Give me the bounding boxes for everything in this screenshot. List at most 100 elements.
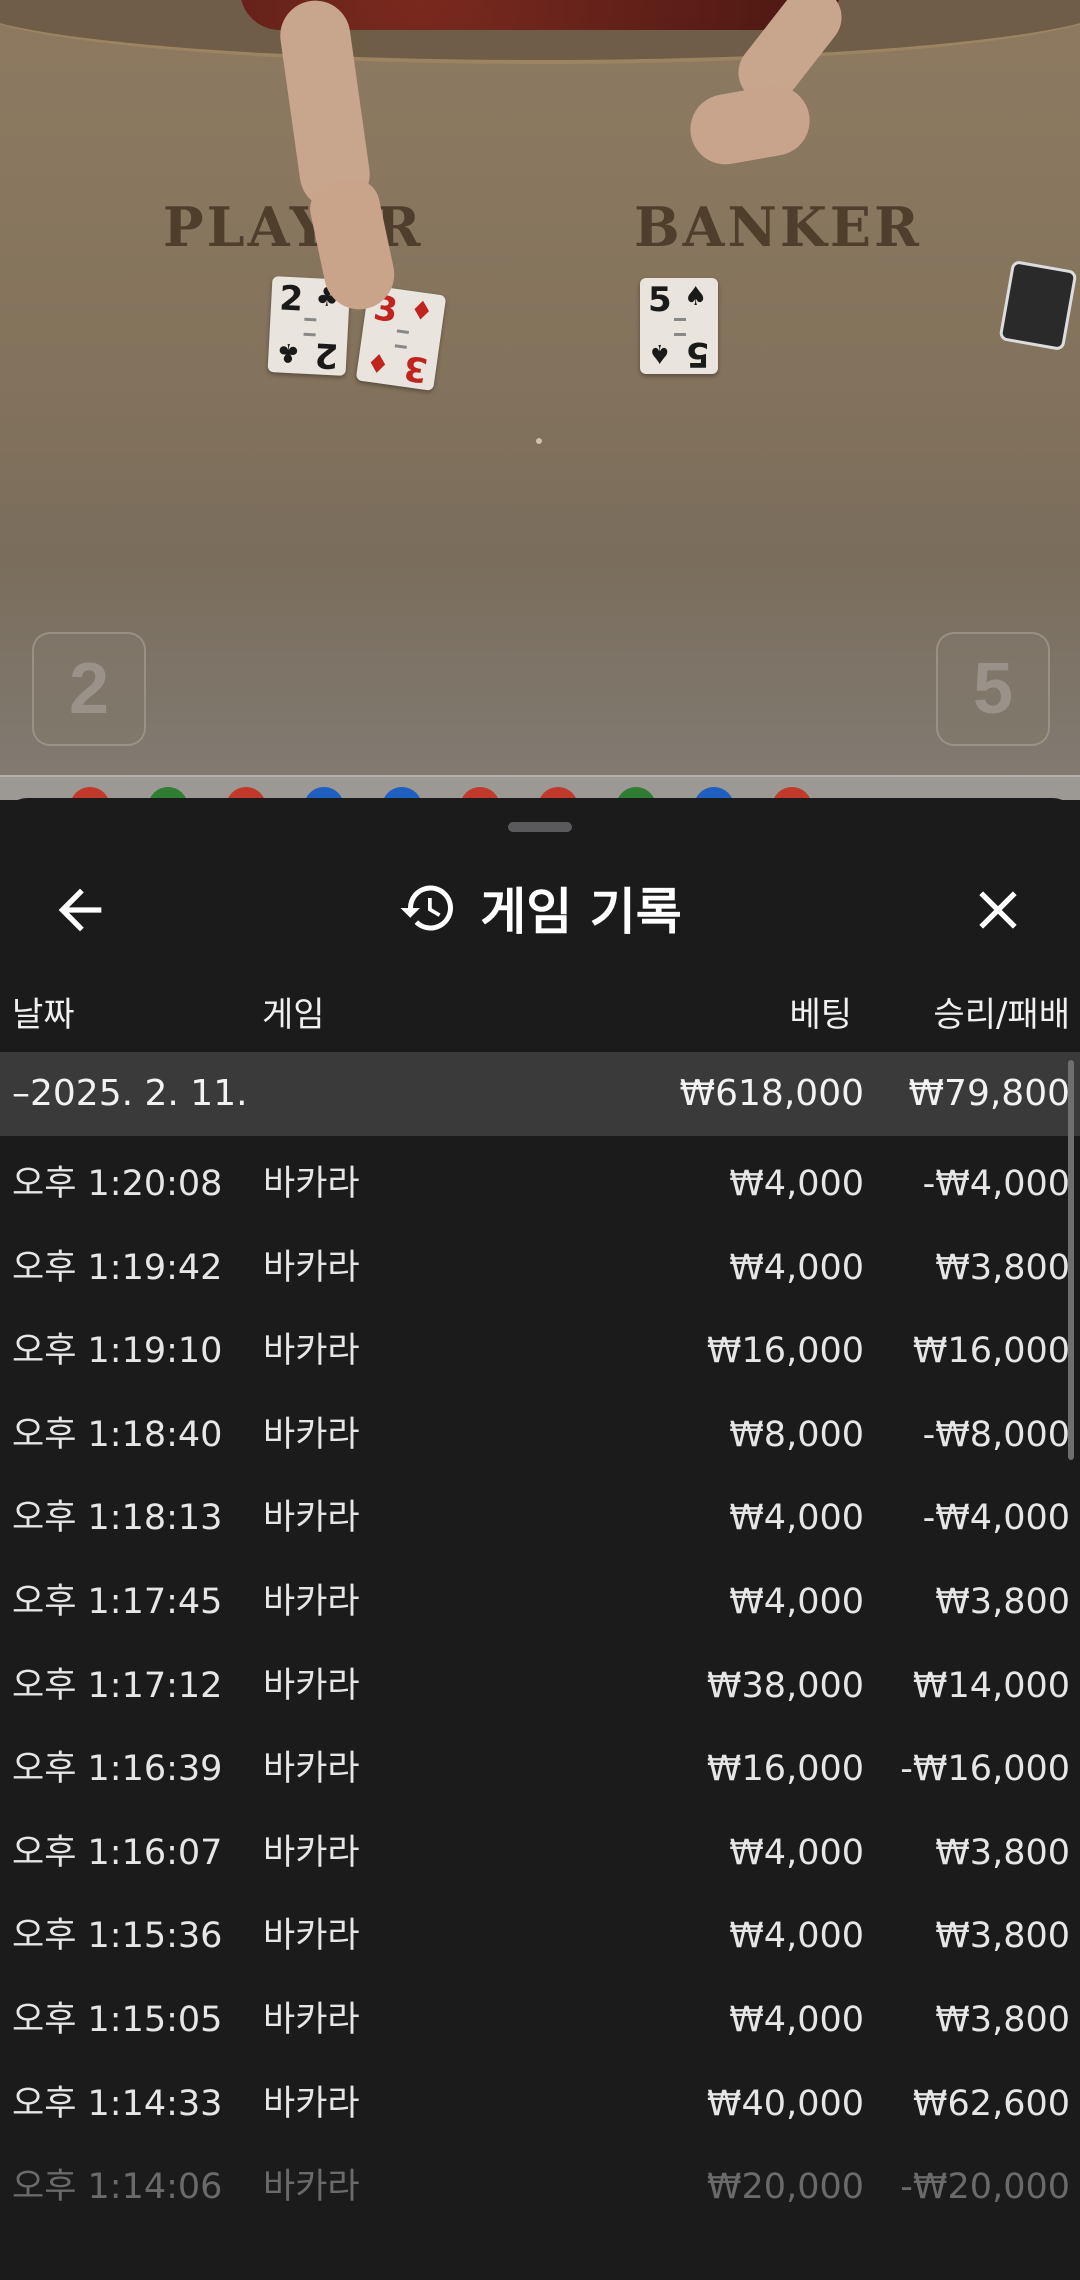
game-history-sheet: 게임 기록 날짜 게임 베팅 승리/패배 –2025. 2. 11. ₩618,… [0, 798, 1080, 2280]
row-game: 바카라 [263, 1414, 360, 1455]
arrow-left-icon [58, 888, 102, 932]
row-game: 바카라 [263, 2083, 360, 2124]
history-row[interactable]: 오후 1:16:07 바카라 ₩4,000 ₩3,800 [0, 1812, 1080, 1896]
card-suit: ♦ [364, 345, 392, 379]
history-row[interactable]: 오후 1:17:45 바카라 ₩4,000 ₩3,800 [0, 1561, 1080, 1645]
back-button[interactable] [48, 878, 112, 942]
row-time: 오후 1:18:40 [12, 1414, 223, 1455]
row-bet: ₩20,000 [706, 2167, 864, 2208]
history-row[interactable]: 오후 1:18:13 바카라 ₩4,000 -₩4,000 [0, 1477, 1080, 1561]
banker-card-1: 5 ♠ 5 ♠ [640, 278, 718, 374]
card-rank: 5 [648, 280, 672, 320]
date-summary-row[interactable]: –2025. 2. 11. ₩618,000 ₩79,800 [0, 1052, 1080, 1136]
history-row[interactable]: 오후 1:17:12 바카라 ₩38,000 ₩14,000 [0, 1645, 1080, 1729]
summary-bet: ₩618,000 [679, 1073, 864, 1114]
row-game: 바카라 [263, 1247, 360, 1288]
row-result: ₩3,800 [935, 1581, 1070, 1622]
history-icon [400, 885, 454, 931]
row-bet: ₩40,000 [706, 2083, 864, 2124]
column-header-date[interactable]: 날짜 [12, 990, 75, 1040]
row-result: -₩8,000 [922, 1414, 1070, 1455]
card-suit: ♠ [684, 282, 708, 312]
history-row[interactable]: 오후 1:15:05 바카라 ₩4,000 ₩3,800 [0, 1979, 1080, 2063]
row-game: 바카라 [263, 1331, 360, 1372]
row-bet: ₩4,000 [729, 1999, 864, 2040]
summary-result: ₩79,800 [908, 1073, 1070, 1114]
close-icon [979, 891, 1017, 929]
drag-handle[interactable] [508, 822, 572, 832]
roadmap-strip[interactable] [0, 775, 1080, 800]
row-time: 오후 1:15:36 [12, 1916, 223, 1957]
row-game: 바카라 [263, 1665, 360, 1706]
card-center [303, 317, 317, 337]
row-result: ₩3,800 [935, 1247, 1070, 1288]
row-bet: ₩4,000 [729, 1832, 864, 1873]
row-game: 바카라 [263, 1749, 360, 1790]
row-bet: ₩4,000 [729, 1247, 864, 1288]
row-result: ₩3,800 [935, 1832, 1070, 1873]
scrollbar[interactable] [1068, 1060, 1074, 1460]
row-result: -₩4,000 [922, 1498, 1070, 1539]
row-result: ₩3,800 [935, 1916, 1070, 1957]
row-bet: ₩16,000 [706, 1331, 864, 1372]
dealer-hand [684, 80, 816, 170]
card-rank: 3 [401, 346, 431, 390]
row-time: 오후 1:19:42 [12, 1247, 223, 1288]
card-shoe [998, 259, 1078, 352]
row-game: 바카라 [263, 1581, 360, 1622]
row-game: 바카라 [263, 2167, 360, 2208]
history-list: 오후 1:20:08 바카라 ₩4,000 -₩4,000 오후 1:19:42… [0, 1143, 1080, 2230]
column-header-game[interactable]: 게임 [262, 990, 325, 1040]
card-rank: 2 [313, 334, 340, 376]
card-rank: 2 [278, 278, 305, 320]
row-time: 오후 1:20:08 [12, 1164, 223, 1204]
card-center [674, 318, 686, 336]
sheet-header: 게임 기록 [0, 858, 1080, 958]
row-time: 오후 1:17:45 [12, 1581, 223, 1622]
row-time: 오후 1:14:33 [12, 2083, 223, 2124]
row-bet: ₩16,000 [706, 1749, 864, 1790]
row-time: 오후 1:15:05 [12, 1999, 223, 2040]
row-game: 바카라 [263, 1916, 360, 1957]
row-result: ₩16,000 [912, 1331, 1070, 1372]
row-bet: ₩4,000 [729, 1916, 864, 1957]
summary-date: –2025. 2. 11. [12, 1073, 248, 1114]
row-bet: ₩8,000 [729, 1414, 864, 1455]
player-score: 2 [32, 632, 146, 746]
history-row[interactable]: 오후 1:20:08 바카라 ₩4,000 -₩4,000 [0, 1143, 1080, 1227]
history-row[interactable]: 오후 1:19:10 바카라 ₩16,000 ₩16,000 [0, 1310, 1080, 1394]
column-header-result[interactable]: 승리/패배 [870, 990, 1070, 1040]
card-rank: 5 [686, 334, 710, 374]
row-result: ₩14,000 [912, 1665, 1070, 1706]
row-time: 오후 1:18:13 [12, 1498, 223, 1539]
row-time: 오후 1:16:39 [12, 1749, 223, 1790]
row-game: 바카라 [263, 1164, 360, 1204]
banker-score: 5 [936, 632, 1050, 746]
title-group: 게임 기록 [0, 858, 1080, 958]
close-button[interactable] [966, 878, 1030, 942]
history-row[interactable]: 오후 1:19:42 바카라 ₩4,000 ₩3,800 [0, 1227, 1080, 1311]
page-title: 게임 기록 [480, 883, 682, 941]
card-suit: ♠ [648, 338, 672, 368]
row-result: ₩3,800 [935, 1999, 1070, 2040]
history-row[interactable]: 오후 1:15:36 바카라 ₩4,000 ₩3,800 [0, 1895, 1080, 1979]
row-bet: ₩4,000 [729, 1164, 864, 1204]
row-bet: ₩4,000 [729, 1498, 864, 1539]
row-time: 오후 1:19:10 [12, 1331, 223, 1372]
row-game: 바카라 [263, 1832, 360, 1873]
history-row[interactable]: 오후 1:14:06 바카라 ₩20,000 -₩20,000 [0, 2146, 1080, 2230]
row-game: 바카라 [263, 1999, 360, 2040]
row-time: 오후 1:16:07 [12, 1832, 223, 1873]
card-suit: ♣ [275, 336, 301, 368]
card-suit: ♦ [407, 295, 436, 329]
row-time: 오후 1:17:12 [12, 1665, 223, 1706]
history-row[interactable]: 오후 1:18:40 바카라 ₩8,000 -₩8,000 [0, 1394, 1080, 1478]
row-result: -₩20,000 [900, 2167, 1070, 2208]
history-row[interactable]: 오후 1:14:33 바카라 ₩40,000 ₩62,600 [0, 2063, 1080, 2147]
column-header-bet[interactable]: 베팅 [620, 990, 852, 1040]
row-time: 오후 1:14:06 [12, 2167, 223, 2208]
row-bet: ₩4,000 [729, 1581, 864, 1622]
banker-zone-label: BANKER [634, 195, 922, 259]
history-row[interactable]: 오후 1:16:39 바카라 ₩16,000 -₩16,000 [0, 1728, 1080, 1812]
row-game: 바카라 [263, 1498, 360, 1539]
